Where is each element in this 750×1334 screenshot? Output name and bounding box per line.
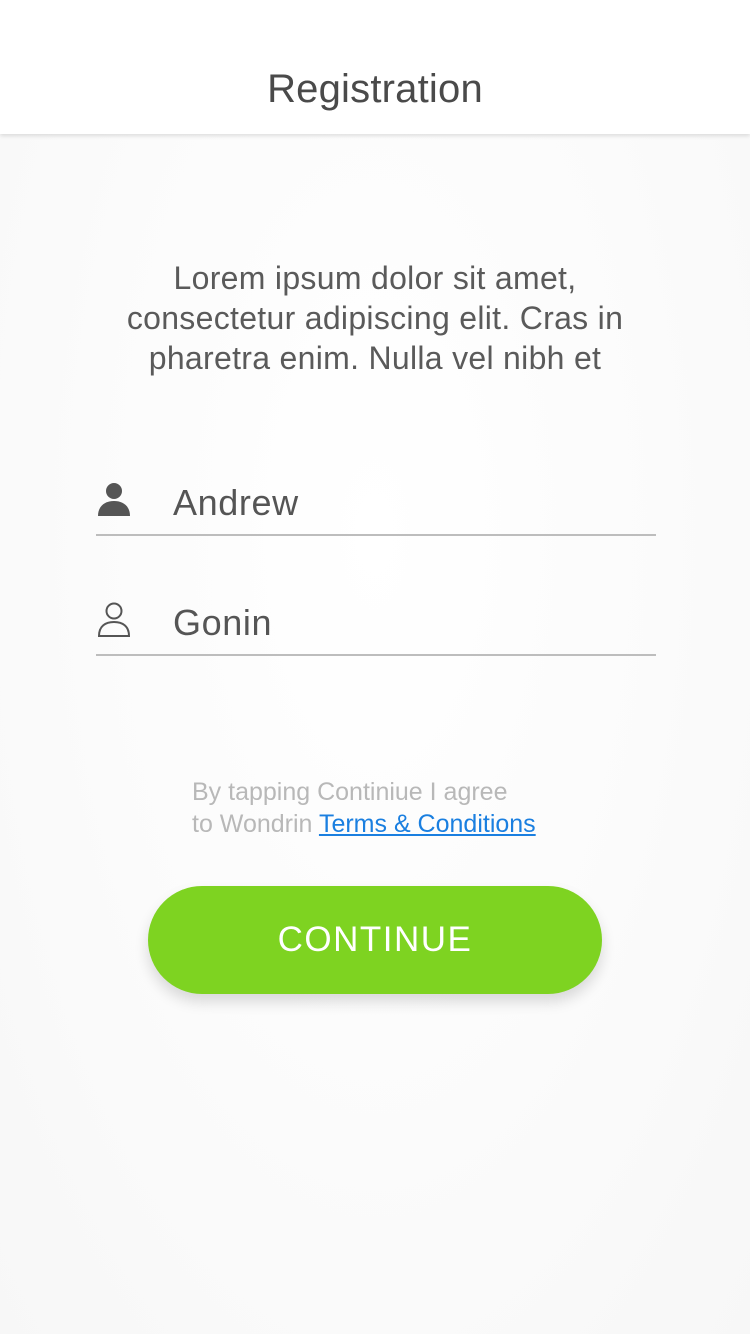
terms-agreement: By tapping Continiue I agree to Wondrin …	[192, 776, 612, 840]
last-name-value[interactable]: Gonin	[173, 600, 272, 646]
app-header: Registration	[0, 0, 750, 134]
agreement-line-1: By tapping Continiue I agree	[192, 778, 508, 806]
terms-link[interactable]: Terms & Conditions	[319, 810, 536, 838]
intro-text: Lorem ipsum dolor sit amet, consectetur …	[126, 260, 624, 376]
person-filled-icon	[96, 482, 132, 520]
last-name-field[interactable]: Gonin	[96, 596, 656, 656]
page-title: Registration	[267, 67, 483, 111]
agreement-prefix: to Wondrin	[192, 810, 319, 838]
first-name-value[interactable]: Andrew	[173, 480, 299, 526]
first-name-field[interactable]: Andrew	[96, 476, 656, 536]
continue-button[interactable]: CONTINUE	[148, 886, 602, 994]
agreement-line-2: to Wondrin Terms & Conditions	[192, 808, 612, 840]
person-outline-icon	[96, 602, 132, 640]
